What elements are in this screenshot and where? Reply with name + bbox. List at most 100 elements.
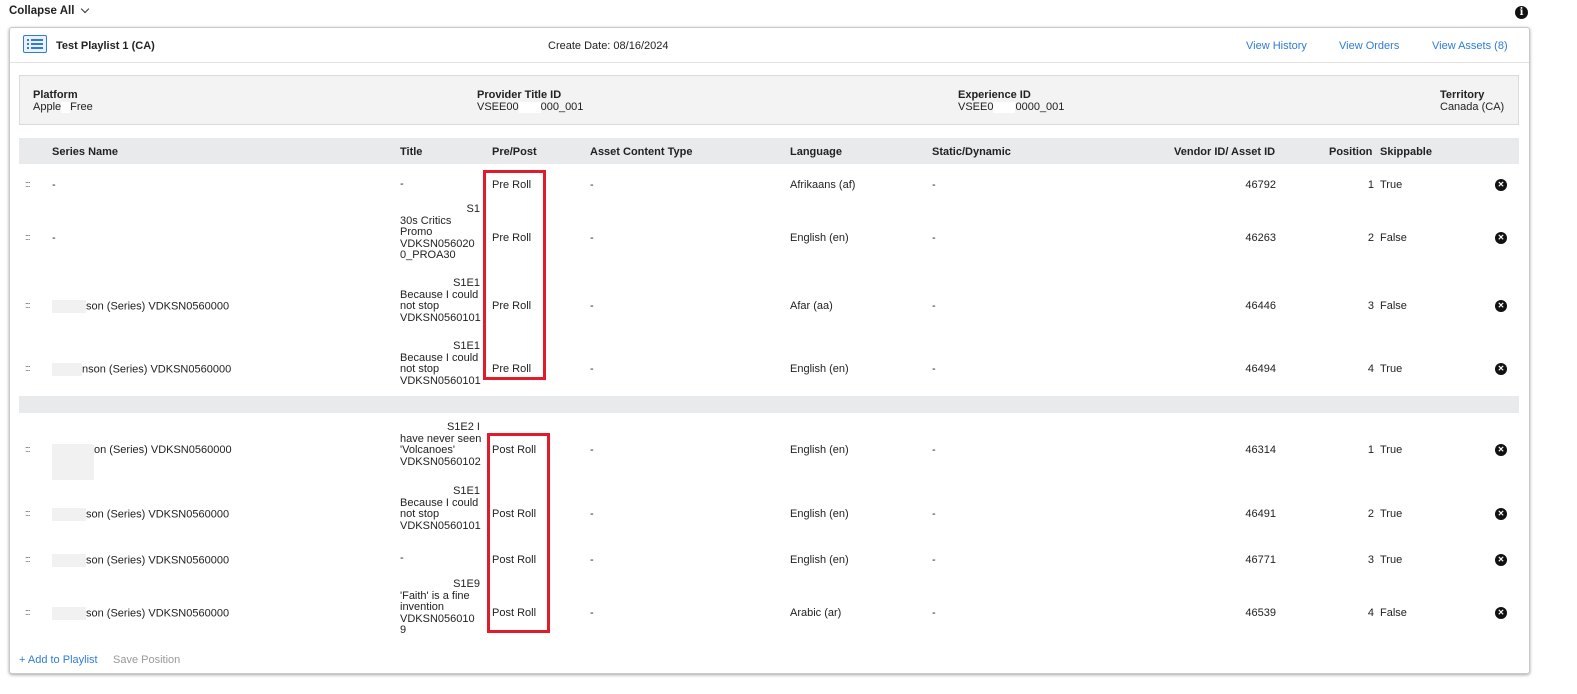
view-orders-link[interactable]: View Orders [1339,40,1399,52]
series-name-text: son (Series) VDKSN0560000 [86,554,230,567]
position-value: 1 [1367,179,1374,191]
redacted-region [52,607,86,620]
asset-title: S1E1 Because I could not stop VDKSN0560101 [400,485,486,532]
asset-title: S1E9 'Faith' is a fine invention VDKSN05601… [400,578,486,637]
series-name: son (Series) VDKSN0560000 [52,607,229,620]
drag-handle-icon[interactable]: ::: [25,444,30,454]
series-name-text: son (Series) VDKSN0560000 [86,508,230,521]
remove-circle-icon[interactable]: ✕ [1495,231,1507,244]
view-history-link[interactable]: View History [1246,40,1307,52]
collapse-all-toggle[interactable]: Collapse All [9,4,90,17]
asset-title: S1E2 Ihave never seen 'Volcanoes' VDKSN056… [400,421,486,468]
list-icon [23,35,47,53]
col-position[interactable]: Position [1329,146,1372,158]
provider-title-id-label: Provider Title ID [477,89,562,101]
series-name-text: on (Series) VDKSN0560000 [94,444,232,456]
drag-handle-icon[interactable]: ::: [25,179,30,189]
territory-value: Canada (CA) [1440,101,1505,113]
remove-circle-icon[interactable]: ✕ [1495,553,1507,566]
asset-id-value: 46494 [1245,363,1276,375]
static-dynamic-value: - [932,232,936,244]
title-line: - [400,178,404,190]
title-line: Promo [400,226,433,238]
asset-title: - [400,178,486,191]
static-dynamic-value: - [932,607,936,619]
skippable-value: True [1380,554,1403,566]
remove-circle-icon[interactable]: ✕ [1495,178,1507,191]
territory-label: Territory [1440,89,1485,101]
col-asset-content-type[interactable]: Asset Content Type [590,146,692,158]
asset-title: - [400,552,486,565]
series-name: son (Series) VDKSN0560000 [52,554,229,567]
drag-handle-icon[interactable]: ::: [25,363,30,373]
skippable-value: True [1380,444,1403,456]
drag-handle-icon[interactable]: ::: [25,300,30,310]
position-value: 4 [1367,607,1374,619]
asset-content-type-value: - [590,179,594,191]
experience-id-label: Experience ID [958,89,1031,101]
redacted-region [52,300,86,313]
remove-circle-icon[interactable]: ✕ [1495,362,1507,375]
redacted-region [52,444,94,480]
playlist-title: Test Playlist 1 (CA) [56,40,155,52]
col-title[interactable]: Title [400,146,422,158]
position-value: 3 [1367,554,1374,566]
post-roll-highlight [487,433,550,633]
static-dynamic-value: - [932,554,936,566]
playlist-header: Test Playlist 1 (CA) Create Date: 08/16/… [10,28,1529,63]
asset-content-type-value: - [590,508,594,520]
provider-title-id-field: Provider Title ID VSEE00 000_001 [477,89,583,113]
drag-handle-icon[interactable]: ::: [25,607,30,617]
provider-title-id-value: VSEE00 000_001 [477,101,584,113]
title-line: - [400,552,404,564]
remove-circle-icon[interactable]: ✕ [1495,507,1507,520]
language-value: Arabic (ar) [790,607,842,619]
position-value: 2 [1367,232,1374,244]
series-name: - [52,232,56,244]
series-name-text: son (Series) VDKSN0560000 [86,300,230,313]
series-name-text: nson (Series) VDKSN0560000 [82,363,232,376]
table-header: Series Name Title Pre/Post Asset Content… [19,138,1519,164]
asset-content-type-value: - [590,554,594,566]
view-assets-link[interactable]: View Assets (8) [1432,40,1508,52]
col-series-name[interactable]: Series Name [52,146,118,158]
add-to-playlist-link[interactable]: + Add to Playlist [19,654,98,666]
col-pre-post[interactable]: Pre/Post [492,146,537,158]
title-line: 0_PROA30 [400,249,456,261]
roll-group-separator [19,396,1519,413]
static-dynamic-value: - [932,363,936,375]
platform-field: Platform Apple Free [33,89,93,113]
static-dynamic-value: - [932,300,936,312]
title-line: invention [400,601,445,613]
language-value: English (en) [790,444,849,456]
asset-id-value: 46539 [1245,607,1276,619]
territory-field: Territory Canada (CA) [1440,89,1504,113]
title-line: S1E1 [453,277,480,289]
experience-id-value: VSEE0 0000_001 [958,101,1065,113]
language-value: English (en) [790,554,849,566]
drag-handle-icon[interactable]: ::: [25,554,30,564]
language-value: Afrikaans (af) [790,179,856,191]
remove-circle-icon[interactable]: ✕ [1495,443,1507,456]
drag-handle-icon[interactable]: ::: [25,232,30,242]
redacted-region [52,363,82,376]
remove-circle-icon[interactable]: ✕ [1495,299,1507,312]
asset-id-value: 46446 [1245,300,1276,312]
info-icon[interactable]: i [1515,6,1528,19]
title-line: VDKSN0560101 [400,311,481,324]
language-value: English (en) [790,232,849,244]
asset-content-type-value: - [590,300,594,312]
save-position-button[interactable]: Save Position [113,654,180,666]
series-name: - [52,179,56,191]
col-vendor-asset-id[interactable]: Vendor ID/ Asset ID [1174,146,1275,158]
remove-circle-icon[interactable]: ✕ [1495,606,1507,619]
col-skippable[interactable]: Skippable [1380,146,1432,158]
drag-handle-icon[interactable]: ::: [25,508,30,518]
col-static-dynamic[interactable]: Static/Dynamic [932,146,1011,158]
position-value: 4 [1367,363,1374,375]
asset-title: S1E1 Because I could not stop VDKSN0560101 [400,277,486,324]
playlist-card: Test Playlist 1 (CA) Create Date: 08/16/… [9,27,1530,674]
asset-content-type-value: - [590,607,594,619]
col-language[interactable]: Language [790,146,842,158]
skippable-value: False [1380,607,1407,619]
